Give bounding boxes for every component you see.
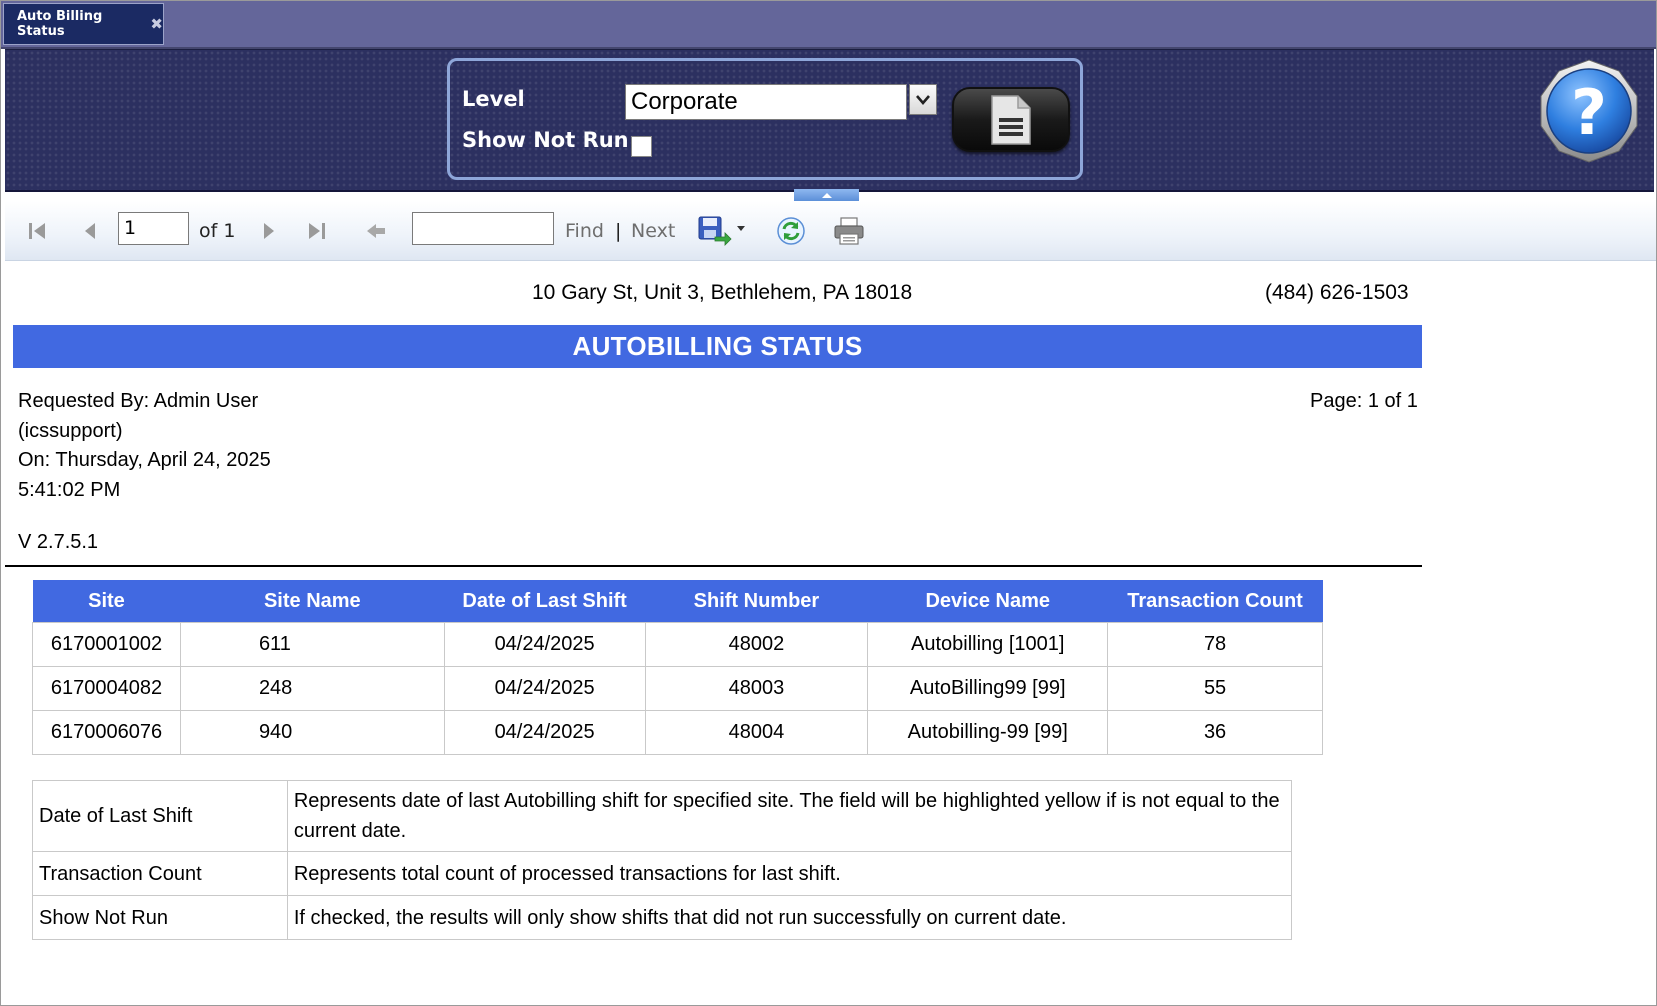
view-report-button[interactable] xyxy=(952,87,1070,152)
cell-site-name: 611 xyxy=(179,622,445,667)
requested-by: Requested By: Admin User xyxy=(18,390,259,412)
column-header-site: Site xyxy=(32,580,181,623)
find-link[interactable]: Find xyxy=(565,220,604,242)
legend-table: Date of Last Shift Represents date of la… xyxy=(32,780,1293,940)
legend-term: Transaction Count xyxy=(32,851,288,896)
report-version: V 2.7.5.1 xyxy=(18,531,99,553)
table-row: 6170006076 940 04/24/2025 48004 Autobill… xyxy=(32,710,1323,755)
report-date: On: Thursday, April 24, 2025 xyxy=(18,449,271,471)
help-icon[interactable]: ? xyxy=(1536,58,1642,164)
show-not-run-label: Show Not Run xyxy=(462,128,629,152)
table-row: 6170004082 248 04/24/2025 48003 AutoBill… xyxy=(32,666,1323,711)
report-document-icon xyxy=(991,94,1031,145)
cell-shift-number: 48004 xyxy=(644,710,869,755)
tab-label: Auto Billing Status xyxy=(17,9,103,39)
previous-page-icon[interactable] xyxy=(82,201,98,260)
cell-device-name: Autobilling [1001] xyxy=(867,622,1109,667)
panel-collapse-handle[interactable] xyxy=(794,189,859,201)
page-info: Page: 1 of 1 xyxy=(1310,390,1418,412)
header-divider xyxy=(5,565,1422,567)
company-phone: (484) 626-1503 xyxy=(1265,281,1409,304)
legend-description: Represents date of last Autobilling shif… xyxy=(286,780,1293,852)
print-icon[interactable] xyxy=(833,201,865,260)
table-header-row: Site Site Name Date of Last Shift Shift … xyxy=(32,580,1323,623)
cell-device-name: Autobilling-99 [99] xyxy=(867,710,1109,755)
cell-device-name: AutoBilling99 [99] xyxy=(867,666,1109,711)
export-save-icon[interactable] xyxy=(697,201,747,260)
find-input[interactable] xyxy=(412,212,554,245)
legend-row: Show Not Run If checked, the results wil… xyxy=(32,895,1293,940)
cell-date-of-last-shift: 04/24/2025 xyxy=(443,666,646,711)
report-time: 5:41:02 PM xyxy=(18,479,121,501)
next-link[interactable]: Next xyxy=(631,220,675,242)
parameter-box: Level Corporate Show Not Run xyxy=(447,58,1083,180)
cell-date-of-last-shift: 04/24/2025 xyxy=(443,622,646,667)
legend-row: Transaction Count Represents total count… xyxy=(32,851,1293,896)
column-header-date-of-last-shift: Date of Last Shift xyxy=(444,580,646,623)
company-address: 10 Gary St, Unit 3, Bethlehem, PA 18018 xyxy=(532,281,913,304)
cell-site: 6170006076 xyxy=(32,710,181,755)
cell-transaction-count: 36 xyxy=(1107,710,1323,755)
app-window: Auto Billing Status ✖ Level Corporate Sh… xyxy=(0,0,1657,1006)
column-header-shift-number: Shift Number xyxy=(645,580,868,623)
refresh-icon[interactable] xyxy=(776,201,806,260)
autobilling-table: Site Site Name Date of Last Shift Shift … xyxy=(32,580,1323,755)
cell-transaction-count: 55 xyxy=(1107,666,1323,711)
show-not-run-checkbox[interactable] xyxy=(631,136,652,157)
tab-auto-billing-status[interactable]: Auto Billing Status ✖ xyxy=(3,3,164,45)
requested-by-login: (icssupport) xyxy=(18,420,123,442)
column-header-device-name: Device Name xyxy=(867,580,1108,623)
column-header-site-name: Site Name xyxy=(180,580,445,623)
chevron-down-icon[interactable] xyxy=(909,84,937,115)
cell-shift-number: 48003 xyxy=(644,666,869,711)
first-page-icon[interactable] xyxy=(27,201,49,260)
svg-text:?: ? xyxy=(1571,76,1607,149)
report-title-banner: AUTOBILLING STATUS xyxy=(13,325,1422,368)
toolbar-separator: | xyxy=(615,219,622,242)
cell-site-name: 940 xyxy=(179,710,445,755)
legend-row: Date of Last Shift Represents date of la… xyxy=(32,780,1293,852)
level-label: Level xyxy=(462,87,525,111)
page-count-label: of 1 xyxy=(199,219,236,242)
cell-site-name: 248 xyxy=(179,666,445,711)
report-toolbar: 1 of 1 Find | Next xyxy=(5,201,1656,261)
legend-description: Represents total count of processed tran… xyxy=(286,851,1293,896)
back-icon[interactable] xyxy=(365,201,387,260)
table-row: 6170001002 611 04/24/2025 48002 Autobill… xyxy=(32,622,1323,667)
report-title: AUTOBILLING STATUS xyxy=(572,331,863,361)
level-select[interactable]: Corporate xyxy=(625,84,907,120)
column-header-transaction-count: Transaction Count xyxy=(1107,580,1323,623)
page-number-input[interactable]: 1 xyxy=(118,212,189,245)
cell-site: 6170004082 xyxy=(32,666,181,711)
cell-site: 6170001002 xyxy=(32,622,181,667)
cell-date-of-last-shift: 04/24/2025 xyxy=(443,710,646,755)
cell-shift-number: 48002 xyxy=(644,622,869,667)
cell-transaction-count: 78 xyxy=(1107,622,1323,667)
legend-term: Date of Last Shift xyxy=(32,780,288,852)
next-page-icon[interactable] xyxy=(261,201,277,260)
tab-strip: Auto Billing Status ✖ xyxy=(1,1,1656,49)
parameter-panel: Level Corporate Show Not Run ? xyxy=(5,49,1654,192)
legend-term: Show Not Run xyxy=(32,895,288,940)
last-page-icon[interactable] xyxy=(305,201,327,260)
close-icon[interactable]: ✖ xyxy=(150,15,163,33)
legend-description: If checked, the results will only show s… xyxy=(286,895,1293,940)
